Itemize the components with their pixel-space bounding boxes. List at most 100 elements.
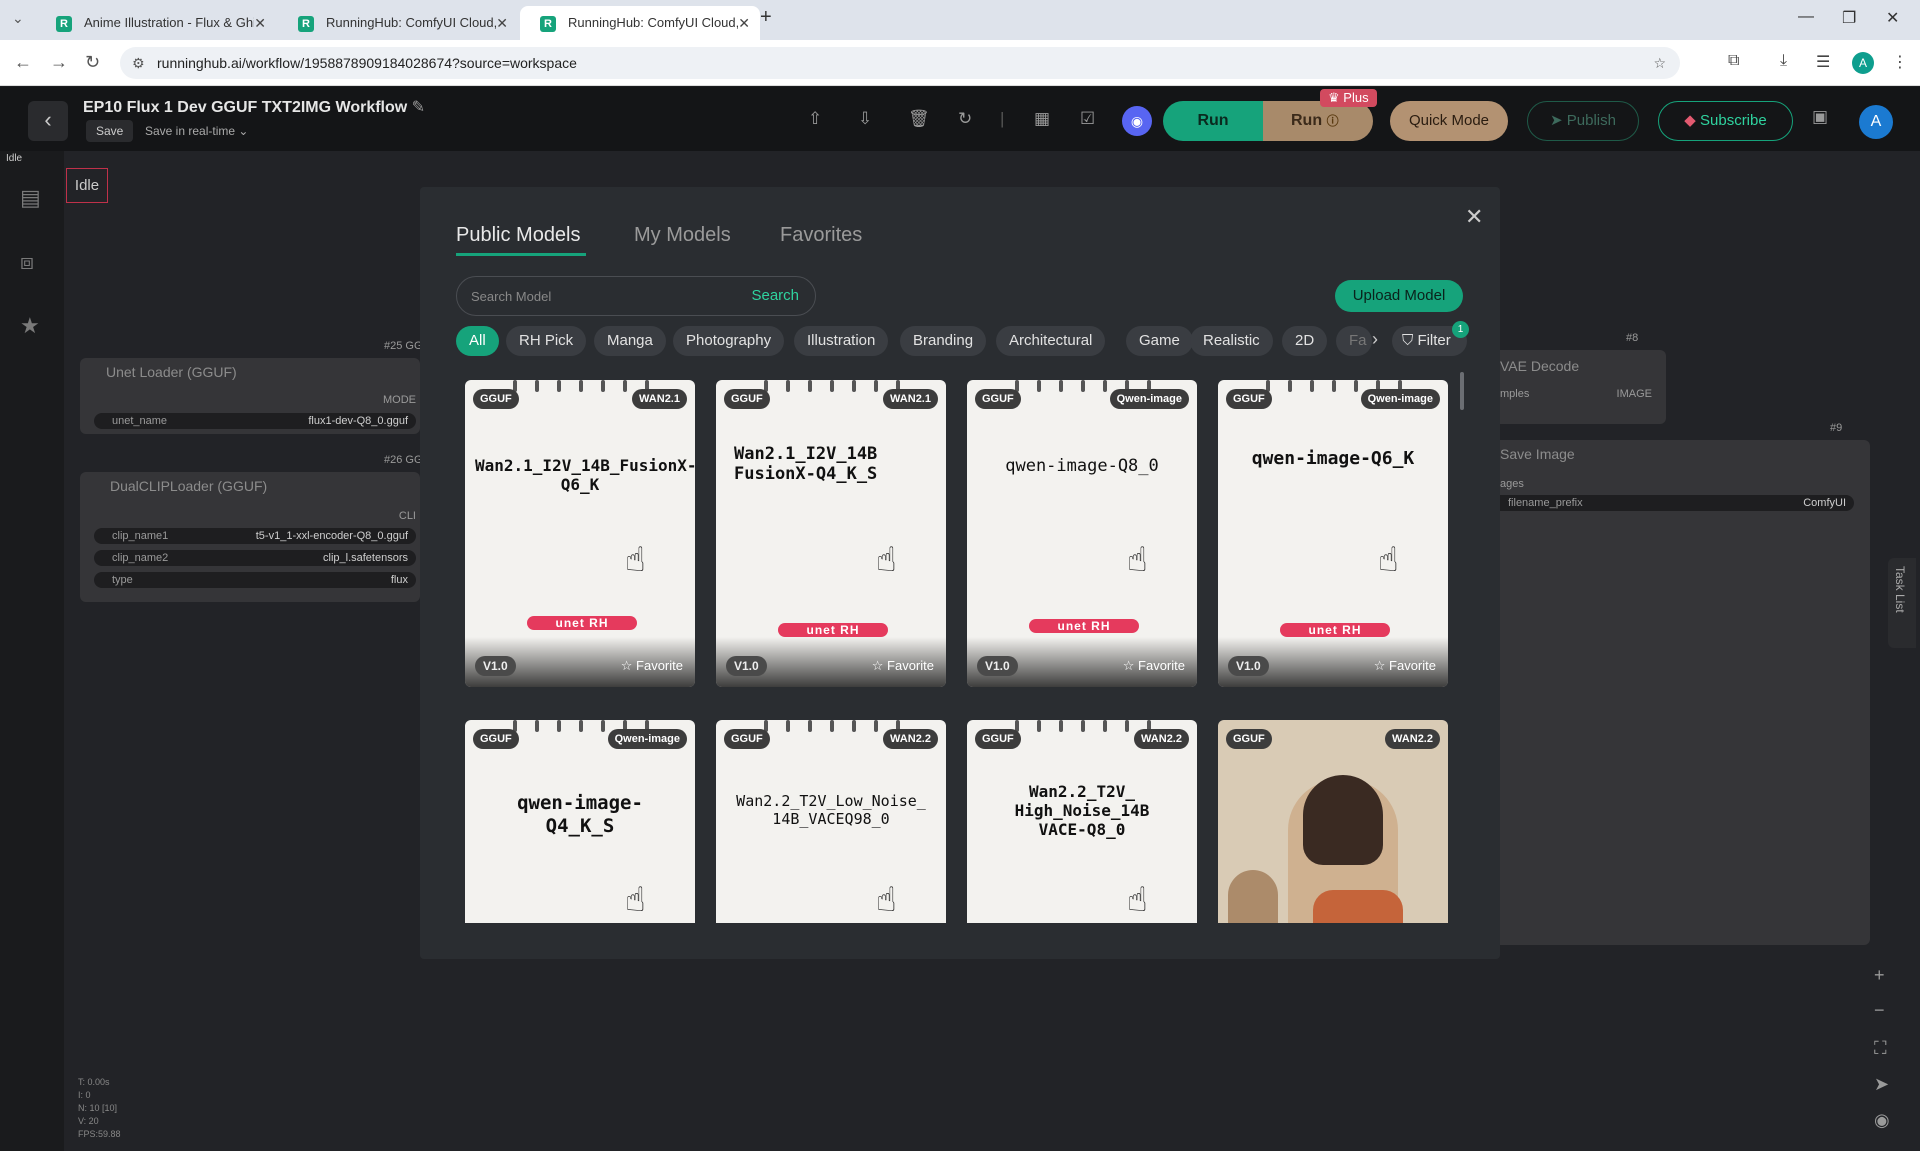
search-input[interactable]: Search Model <box>471 289 551 304</box>
category-chip[interactable]: Branding <box>900 326 987 356</box>
document-icon[interactable]: ▤ <box>20 185 41 211</box>
base-model-badge: Qwen-image <box>1109 389 1189 409</box>
site-settings-icon[interactable]: ⚙ <box>132 47 145 79</box>
quick-mode-button[interactable]: Quick Mode <box>1390 101 1508 141</box>
model-card[interactable]: GGUF WAN2.2 Wan2.2_T2V_Low_Noise_14B_VAC… <box>716 720 946 923</box>
scrollbar[interactable] <box>1460 372 1464 410</box>
artwork-hair <box>1303 775 1383 865</box>
model-tag: unet RH <box>1029 619 1139 633</box>
favorite-button[interactable]: ☆ Favorite <box>1123 658 1185 674</box>
close-window-icon[interactable]: ✕ <box>1886 8 1899 28</box>
edit-square-icon[interactable]: ☑ <box>1080 109 1095 129</box>
browser-tab[interactable]: R Anime Illustration - Flux & Ghibli ✕ <box>36 6 276 40</box>
star-outline-icon: ☆ <box>620 658 633 673</box>
tab-search-icon[interactable]: ⌄ <box>12 10 24 27</box>
tab-public-models[interactable]: Public Models <box>456 224 581 247</box>
nodes-icon[interactable]: ⧈ <box>20 249 34 275</box>
refresh-icon[interactable]: ↻ <box>958 109 972 129</box>
model-card[interactable]: GGUF Qwen-image qwen-image-Q6_K ☝ unet R… <box>1218 380 1448 687</box>
trash-icon[interactable]: 🗑 <box>908 109 930 129</box>
category-chip[interactable]: Illustration <box>794 326 889 356</box>
model-card[interactable]: GGUF Qwen-image qwen-image-Q8_0 ☝ unet R… <box>967 380 1197 687</box>
model-card[interactable]: GGUF Qwen-image qwen-image-Q4_K_S ☝ <box>465 720 695 923</box>
favorite-button[interactable]: ☆ Favorite <box>621 658 683 674</box>
upload-icon[interactable]: ⇧ <box>808 109 822 129</box>
widget-row[interactable]: type flux <box>94 572 416 588</box>
category-chip[interactable]: Photography <box>673 326 785 356</box>
save-button[interactable]: Save <box>86 120 134 142</box>
run-plus-button[interactable]: Run ⓘ <box>1263 101 1373 141</box>
hand-pointer-icon: ☝ <box>876 541 897 579</box>
close-tab-icon[interactable]: ✕ <box>496 6 508 40</box>
media-icon[interactable]: ☰ <box>1816 52 1830 72</box>
publish-button[interactable]: ➤ Publish <box>1527 101 1639 141</box>
category-chip[interactable]: Architectural <box>996 326 1106 356</box>
star-icon[interactable]: ★ <box>20 313 40 339</box>
vae-decode-node[interactable]: VAE Decode mples IMAGE <box>1480 350 1666 424</box>
forward-icon[interactable]: → <box>50 52 68 73</box>
tab-favorites[interactable]: Favorites <box>780 224 862 247</box>
divider: | <box>1000 109 1005 128</box>
minimize-icon[interactable]: — <box>1798 8 1814 26</box>
download-icon[interactable]: ⇩ <box>858 109 872 129</box>
widget-row[interactable]: clip_name2 clip_l.safetensors <box>94 550 416 566</box>
restore-icon[interactable]: ❐ <box>1842 8 1856 28</box>
favorite-button[interactable]: ☆ Favorite <box>872 658 934 674</box>
runninghub-favicon: R <box>540 16 556 32</box>
reload-icon[interactable]: ↻ <box>85 52 100 73</box>
close-icon[interactable]: ✕ <box>1465 204 1483 230</box>
favorite-button[interactable]: ☆ Favorite <box>1374 658 1436 674</box>
run-button[interactable]: Run <box>1163 101 1263 141</box>
edit-icon[interactable]: ✎ <box>412 99 425 116</box>
back-button[interactable]: ‹ <box>28 101 68 141</box>
search-button[interactable]: Search <box>751 287 799 304</box>
zoom-out-icon[interactable]: − <box>1874 1000 1885 1021</box>
model-card[interactable]: GGUF WAN2.2 Wan2.2_T2V_ High_Noise_14B V… <box>967 720 1197 923</box>
dual-clip-loader-node[interactable]: DualCLIPLoader (GGUF) CLI clip_name1 t5-v… <box>80 472 420 602</box>
unet-loader-node[interactable]: Unet Loader (GGUF) MODE unet_name flux1-d… <box>80 358 420 434</box>
model-name: Wan2.1_I2V_14B FusionX-Q4_K_S <box>734 444 878 485</box>
task-list-tab[interactable]: Task List <box>1888 558 1916 648</box>
zoom-in-icon[interactable]: + <box>1874 965 1885 986</box>
close-tab-icon[interactable]: ✕ <box>738 6 750 40</box>
search-model-field[interactable]: Search Model Search <box>456 276 816 316</box>
category-chip[interactable]: 2D <box>1282 326 1328 356</box>
grid-icon[interactable]: ▦ <box>1034 109 1050 129</box>
category-chip[interactable]: Game <box>1126 326 1193 356</box>
tab-my-models[interactable]: My Models <box>634 224 731 247</box>
save-image-node[interactable]: Save Image ages filename_prefix ComfyUI <box>1480 440 1870 945</box>
save-mode-dropdown[interactable]: Save in real-time ⌄ <box>145 124 248 138</box>
extensions-icon[interactable]: ⧉ <box>1728 52 1739 70</box>
category-chip[interactable]: RH Pick <box>506 326 587 356</box>
new-tab-icon[interactable]: + <box>760 6 772 29</box>
locate-icon[interactable]: ➤ <box>1874 1074 1889 1095</box>
download-icon[interactable]: ⤓ <box>1780 52 1787 70</box>
category-chip[interactable]: Manga <box>594 326 666 356</box>
model-card[interactable]: GGUF WAN2.1 Wan2.1_I2V_14B_FusionX-Q6_K … <box>465 380 695 687</box>
browser-profile-avatar[interactable]: A <box>1852 52 1874 74</box>
panel-icon[interactable]: ▣ <box>1812 107 1828 127</box>
fit-view-icon[interactable]: ⛶ <box>1874 1038 1887 1059</box>
chevron-right-icon[interactable]: › <box>1372 329 1378 350</box>
browser-tab-active[interactable]: R RunningHub: ComfyUI Cloud, C ✕ <box>520 6 760 40</box>
bookmark-star-icon[interactable]: ☆ <box>1653 47 1666 79</box>
category-chip-all[interactable]: All <box>456 326 499 356</box>
close-tab-icon[interactable]: ✕ <box>254 6 266 40</box>
browser-tab[interactable]: R RunningHub: ComfyUI Cloud, C ✕ <box>278 6 518 40</box>
back-icon[interactable]: ← <box>14 52 32 73</box>
runninghub-favicon: R <box>298 16 314 32</box>
category-chip[interactable]: Fa <box>1336 326 1372 356</box>
category-chip[interactable]: Realistic <box>1190 326 1273 356</box>
url-field[interactable]: ⚙ runninghub.ai/workflow/195887890918402… <box>120 47 1680 79</box>
widget-row[interactable]: filename_prefix ComfyUI <box>1490 495 1854 511</box>
upload-model-button[interactable]: Upload Model <box>1335 280 1463 312</box>
discord-icon[interactable]: ◉ <box>1122 106 1152 136</box>
subscribe-button[interactable]: ◆ Subscribe <box>1658 101 1793 141</box>
model-card[interactable]: GGUF WAN2.2 <box>1218 720 1448 923</box>
widget-row[interactable]: unet_name flux1-dev-Q8_0.gguf <box>94 413 416 429</box>
model-card[interactable]: GGUF WAN2.1 Wan2.1_I2V_14B FusionX-Q4_K_… <box>716 380 946 687</box>
user-avatar[interactable]: A <box>1859 105 1893 139</box>
widget-row[interactable]: clip_name1 t5-v1_1-xxl-encoder-Q8_0.gguf <box>94 528 416 544</box>
eye-icon[interactable]: ◉ <box>1874 1110 1890 1131</box>
browser-menu-icon[interactable]: ⋮ <box>1892 52 1908 72</box>
